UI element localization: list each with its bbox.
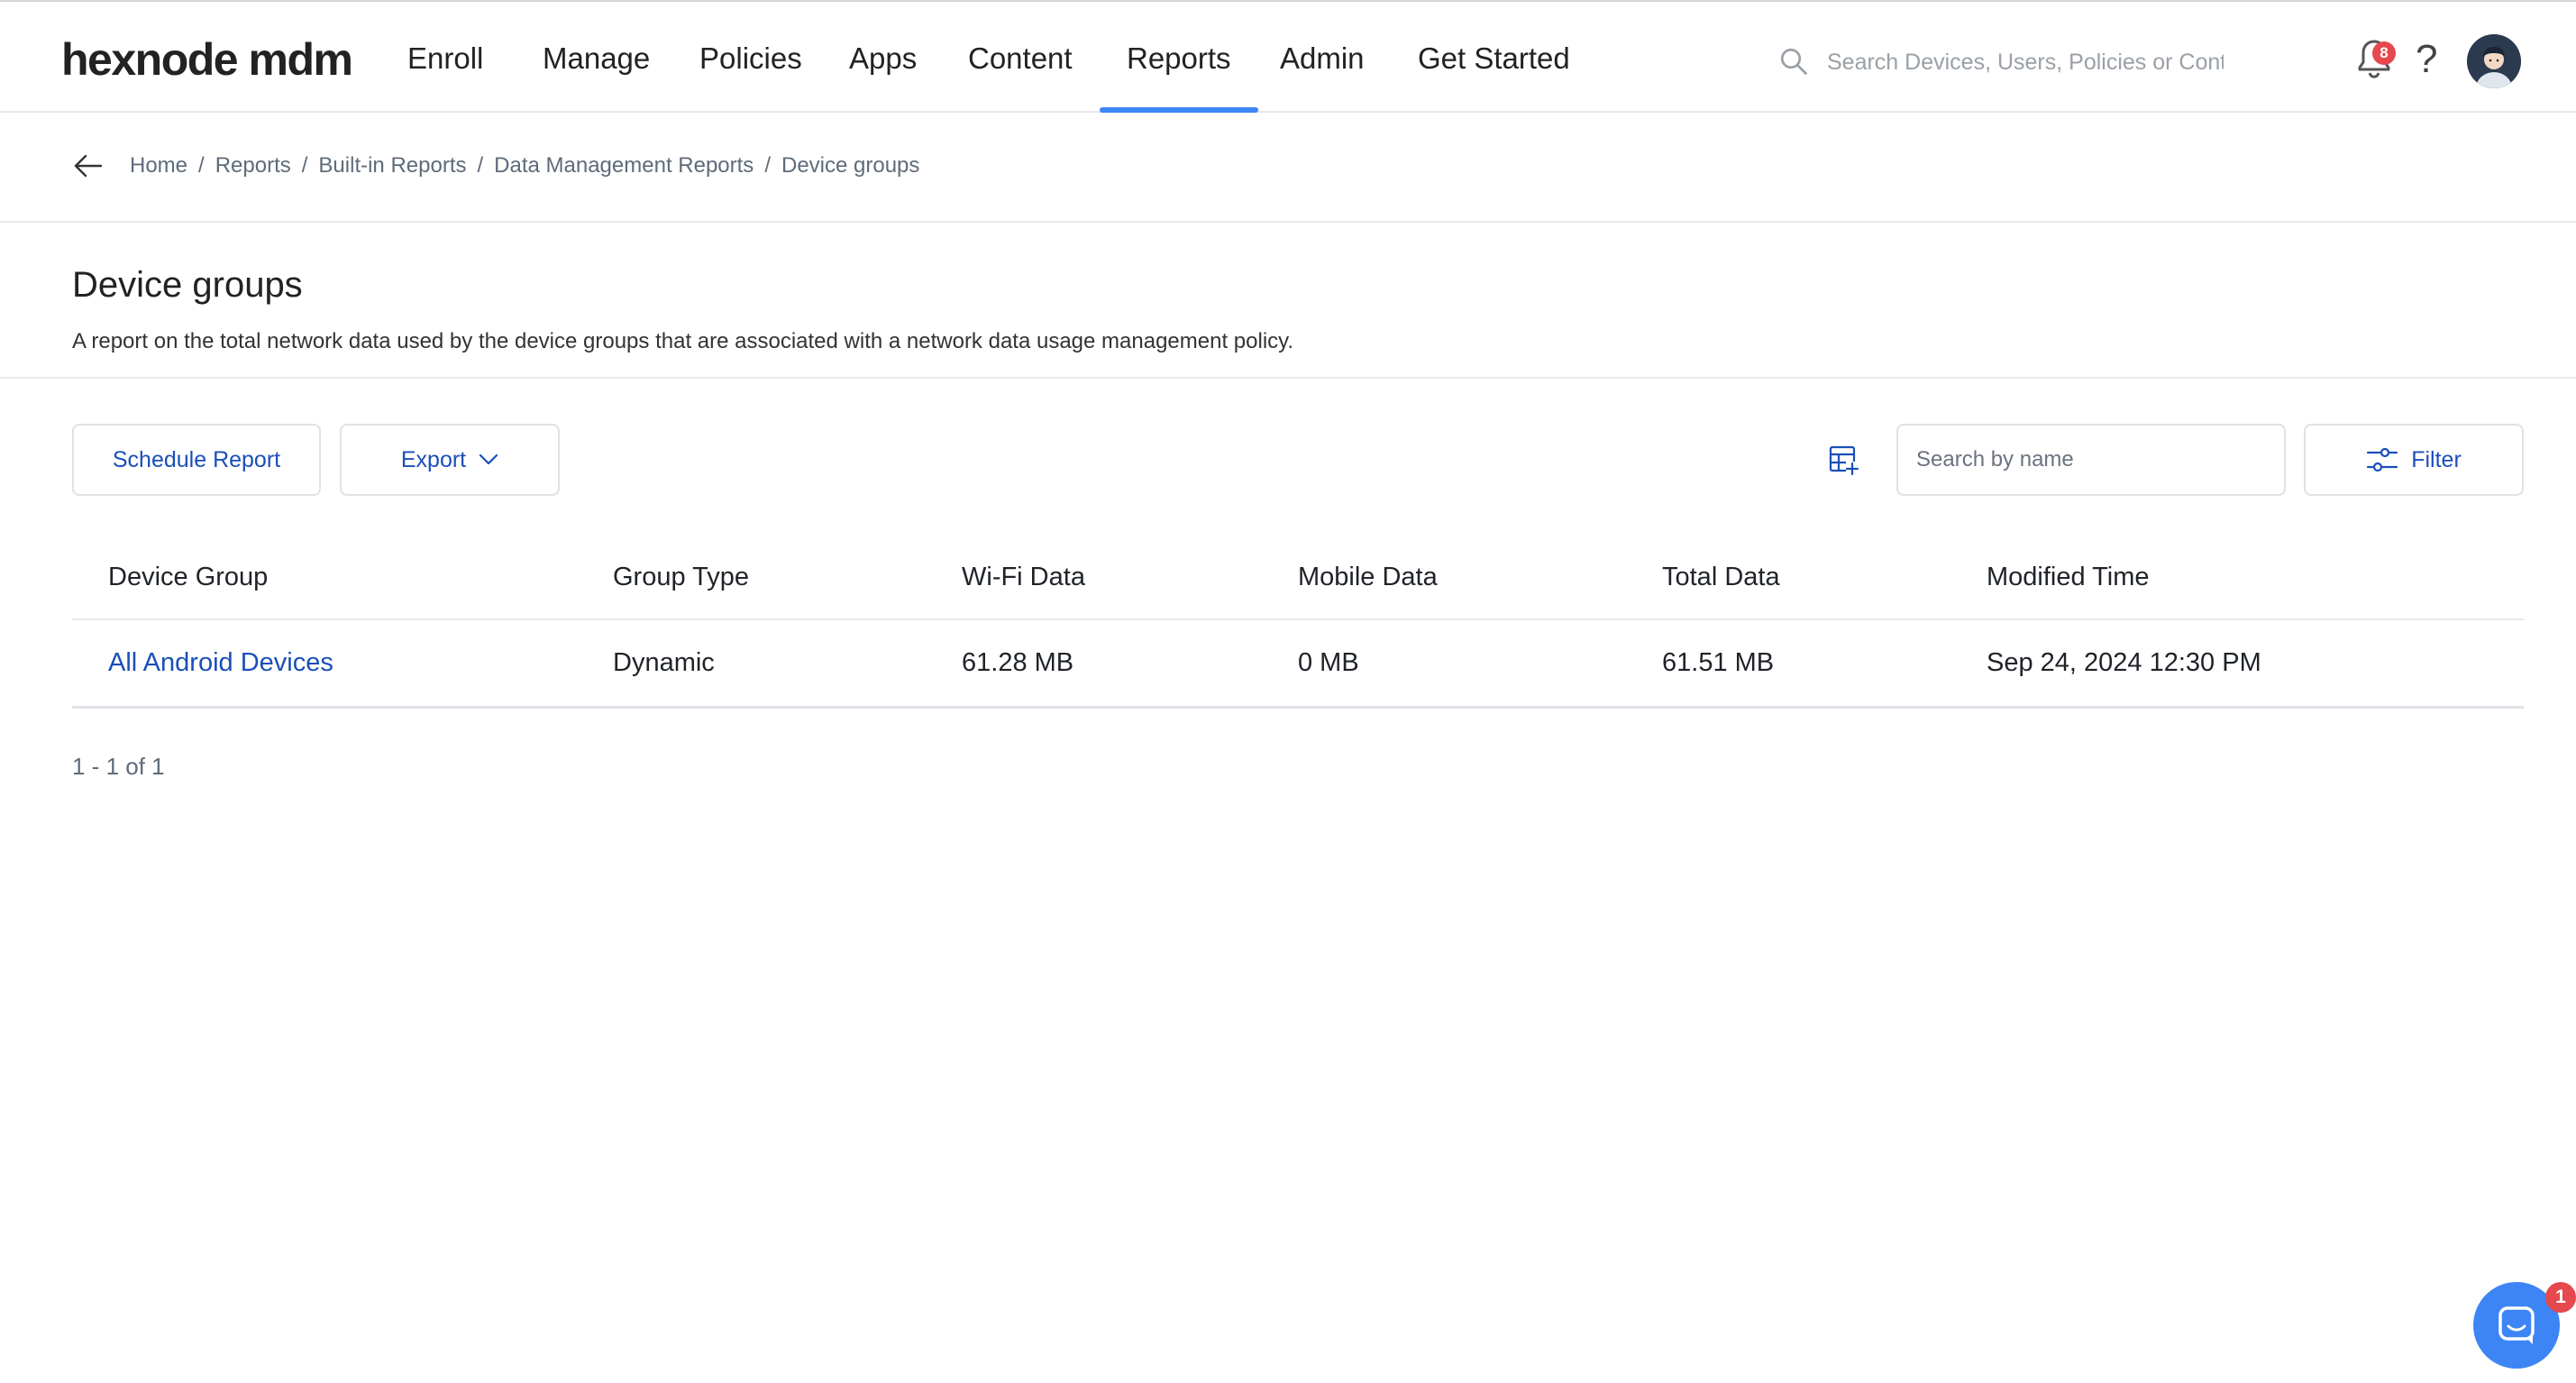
hexnode-logo[interactable]: hexnode mdm <box>61 32 353 87</box>
nav-get-started[interactable]: Get Started <box>1418 40 1570 78</box>
chat-unread-badge: 1 <box>2545 1282 2576 1313</box>
top-navigation: hexnode mdm Enroll Manage Policies Apps … <box>0 0 2576 113</box>
export-button[interactable]: Export <box>340 424 560 496</box>
modified-time-cell: Sep 24, 2024 12:30 PM <box>1987 648 2261 677</box>
group-type-cell: Dynamic <box>613 648 715 677</box>
page-header: Device groups A report on the total netw… <box>0 223 2576 379</box>
column-header-device-group[interactable]: Device Group <box>108 536 268 618</box>
user-avatar-icon <box>2467 34 2521 88</box>
device-group-link[interactable]: All Android Devices <box>108 620 333 706</box>
page: hexnode mdm Enroll Manage Policies Apps … <box>0 0 2576 1383</box>
help-icon[interactable]: ? <box>2416 34 2437 85</box>
nav-manage[interactable]: Manage <box>543 40 650 78</box>
breadcrumb-bar: Home / Reports / Built-in Reports / Data Manag… <box>0 113 2576 223</box>
chat-icon <box>2498 1306 2535 1344</box>
breadcrumb: Home / Reports / Built-in Reports / Data Manag… <box>130 153 920 178</box>
column-header-modified-time[interactable]: Modified Time <box>1987 536 2150 618</box>
nav-admin[interactable]: Admin <box>1280 40 1365 78</box>
schedule-report-label: Schedule Report <box>112 446 281 472</box>
nav-enroll[interactable]: Enroll <box>407 40 483 78</box>
breadcrumb-built-in-reports[interactable]: Built-in Reports <box>318 153 466 178</box>
nav-policies[interactable]: Policies <box>699 40 802 78</box>
nav-reports[interactable]: Reports <box>1127 40 1231 78</box>
user-avatar[interactable] <box>2467 34 2521 88</box>
table-header-row: Device Group Group Type Wi-Fi Data Mobil… <box>72 536 2524 620</box>
nav-content[interactable]: Content <box>968 40 1073 78</box>
page-title: Device groups <box>72 265 303 305</box>
column-header-total-data[interactable]: Total Data <box>1662 536 1780 618</box>
filter-sliders-icon <box>2367 447 2398 472</box>
filter-label: Filter <box>2411 446 2462 472</box>
filter-button[interactable]: Filter <box>2304 424 2524 496</box>
export-label: Export <box>400 446 467 472</box>
search-by-name-input[interactable] <box>1896 424 2286 496</box>
nav-apps[interactable]: Apps <box>849 40 917 78</box>
add-column-icon[interactable] <box>1828 444 1860 476</box>
column-header-wifi-data[interactable]: Wi-Fi Data <box>962 536 1085 618</box>
notification-count-badge: 8 <box>2372 41 2396 65</box>
mobile-data-cell: 0 MB <box>1298 648 1359 677</box>
search-icon <box>1780 48 1807 75</box>
chevron-down-icon <box>480 453 498 465</box>
pagination-summary: 1 - 1 of 1 <box>72 753 165 780</box>
global-search <box>1777 41 2228 83</box>
column-header-mobile-data[interactable]: Mobile Data <box>1298 536 1438 618</box>
report-table: Device Group Group Type Wi-Fi Data Mobil… <box>72 536 2524 709</box>
column-header-group-type[interactable]: Group Type <box>613 536 749 618</box>
breadcrumb-data-management-reports[interactable]: Data Management Reports <box>494 153 754 178</box>
breadcrumb-reports[interactable]: Reports <box>215 153 291 178</box>
total-data-cell: 61.51 MB <box>1662 648 1775 677</box>
schedule-report-button[interactable]: Schedule Report <box>72 424 321 496</box>
wifi-data-cell: 61.28 MB <box>962 648 1074 677</box>
breadcrumb-home[interactable]: Home <box>130 153 187 178</box>
page-description: A report on the total network data used … <box>72 329 1294 353</box>
breadcrumb-current: Device groups <box>781 153 920 178</box>
table-row: All Android Devices Dynamic 61.28 MB 0 M… <box>72 620 2524 709</box>
global-search-input[interactable] <box>1827 41 2224 83</box>
back-arrow-icon[interactable] <box>72 152 105 179</box>
